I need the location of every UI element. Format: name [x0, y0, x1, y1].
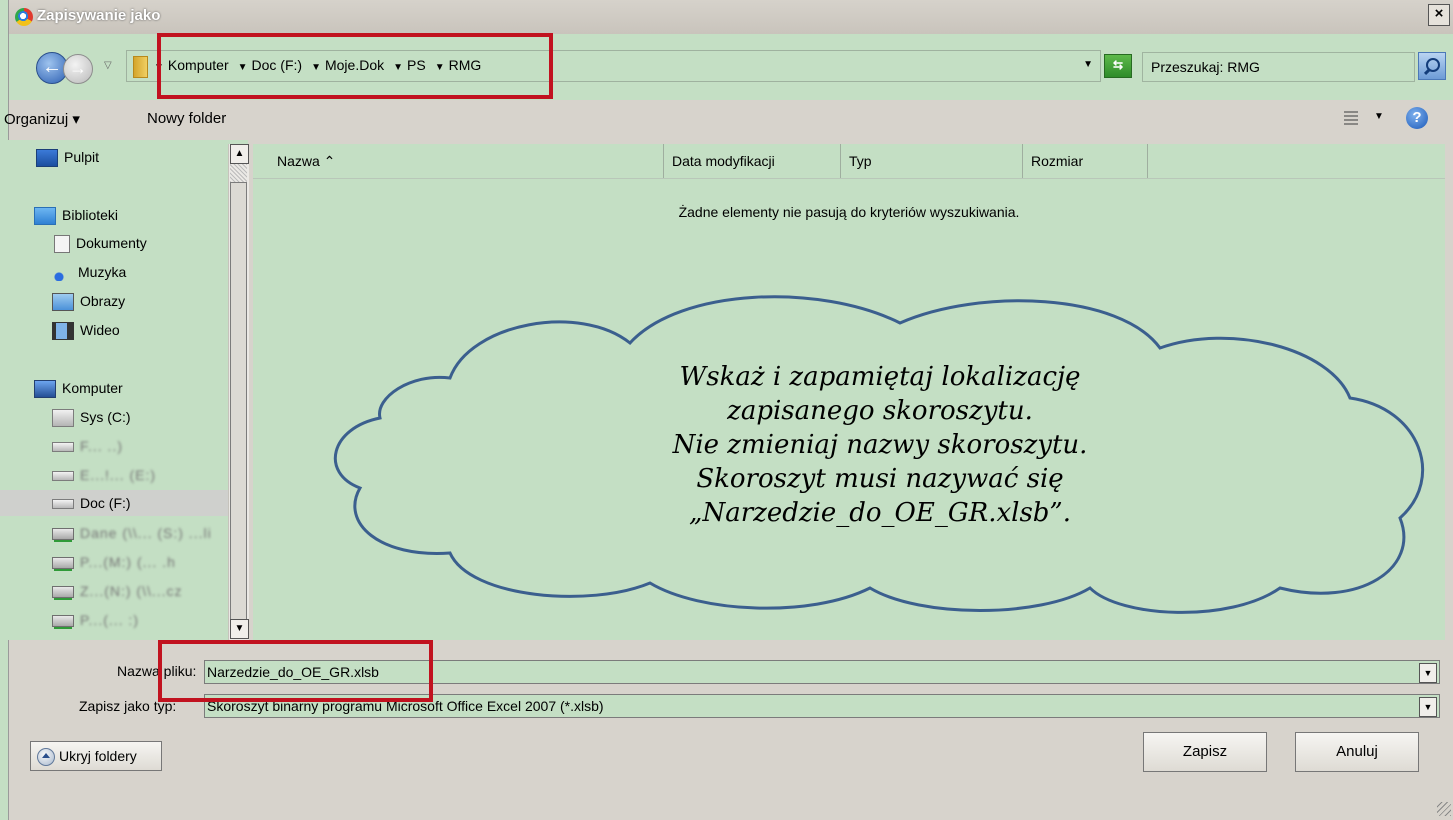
- callout-line: „Narzedzie_do_OE_GR.xlsb”.: [688, 498, 1071, 528]
- address-history-dropdown-icon[interactable]: ▼: [1083, 59, 1093, 70]
- scroll-up-icon[interactable]: ▲: [230, 144, 249, 164]
- document-icon: [54, 235, 70, 254]
- music-icon: [52, 265, 72, 282]
- desktop-icon: [36, 149, 58, 168]
- cancel-button[interactable]: Anuluj: [1295, 732, 1419, 772]
- forward-button[interactable]: →: [63, 54, 93, 84]
- callout-line: Wskaż i zapamiętaj lokalizację: [679, 362, 1081, 392]
- sidebar-item-pictures[interactable]: Obrazy: [52, 288, 125, 314]
- scroll-track[interactable]: [230, 164, 247, 182]
- hide-folders-button[interactable]: Ukryj foldery: [30, 741, 162, 771]
- sidebar-item-documents[interactable]: Dokumenty: [54, 230, 147, 256]
- view-dropdown-icon[interactable]: ▼: [1374, 111, 1384, 122]
- folder-icon: [133, 56, 148, 78]
- filename-dropdown-icon[interactable]: ▼: [1419, 663, 1437, 683]
- close-button[interactable]: ×: [1428, 4, 1450, 26]
- refresh-button[interactable]: ⇆: [1104, 54, 1132, 78]
- callout-text: Wskaż i zapamiętaj lokalizację zapisaneg…: [575, 360, 1185, 530]
- empty-list-message: Żadne elementy nie pasują do kryteriów w…: [678, 204, 1020, 220]
- title-bar[interactable]: Zapisywanie jako ×: [9, 0, 1453, 34]
- navigation-pane: Pulpit Biblioteki Dokumenty Muzyka Obraz…: [0, 140, 248, 640]
- libraries-icon: [34, 207, 56, 226]
- callout-line: Skoroszyt musi nazywać się: [696, 464, 1064, 494]
- network-drive-icon: [52, 528, 74, 541]
- sidebar-item-videos[interactable]: Wideo: [52, 317, 120, 343]
- network-drive-icon: [52, 586, 74, 599]
- sidebar-item-drive-f[interactable]: Doc (F:): [0, 490, 228, 516]
- sidebar-item-network-drive[interactable]: P...(... :): [52, 607, 139, 633]
- view-options-icon[interactable]: [1344, 111, 1358, 125]
- sidebar-item-network-drive[interactable]: P...(M:) (... .h: [52, 549, 176, 575]
- sidebar-item-drive-e[interactable]: E...!... (E:): [52, 462, 156, 488]
- network-drive-icon: [52, 557, 74, 570]
- help-icon[interactable]: ?: [1406, 107, 1428, 129]
- sidebar-item-desktop[interactable]: Pulpit: [36, 144, 99, 170]
- sidebar-item-network-drive[interactable]: Z...(N:) (\\...cz: [52, 578, 183, 604]
- save-button[interactable]: Zapisz: [1143, 732, 1267, 772]
- filetype-dropdown-icon[interactable]: ▼: [1419, 697, 1437, 717]
- column-header-row: Nazwa ⌃ Data modyfikacji Typ Rozmiar: [253, 144, 1445, 179]
- callout-line: Nie zmieniaj nazwy skoroszytu.: [672, 430, 1088, 460]
- column-size[interactable]: Rozmiar: [1023, 144, 1148, 178]
- resize-grip-icon[interactable]: [1437, 802, 1451, 816]
- scroll-thumb[interactable]: [230, 182, 247, 622]
- sidebar-item-libraries[interactable]: Biblioteki: [34, 202, 118, 228]
- sidebar-item-drive-c[interactable]: Sys (C:): [52, 404, 131, 430]
- drive-icon: [52, 499, 74, 510]
- video-icon: [52, 322, 74, 341]
- address-highlight-box: [157, 33, 553, 99]
- filename-highlight-box: [158, 640, 433, 702]
- computer-icon: [34, 380, 56, 399]
- sidebar-item-computer[interactable]: Komputer: [34, 375, 123, 401]
- callout-line: zapisanego skoroszytu.: [727, 396, 1033, 426]
- chrome-icon: [15, 8, 33, 26]
- new-folder-button[interactable]: Nowy folder: [147, 110, 226, 127]
- recent-pages-chevron-icon[interactable]: ▽: [104, 60, 112, 71]
- search-input[interactable]: [1151, 58, 1406, 76]
- collapse-up-icon: [37, 748, 55, 766]
- network-drive-icon: [52, 615, 74, 628]
- column-date-modified[interactable]: Data modyfikacji: [664, 144, 841, 178]
- column-type[interactable]: Typ: [841, 144, 1023, 178]
- search-icon[interactable]: [1418, 52, 1446, 80]
- search-box[interactable]: [1142, 52, 1415, 82]
- window-title: Zapisywanie jako: [37, 7, 161, 24]
- pictures-icon: [52, 293, 74, 312]
- organize-menu-button[interactable]: Organizuj ▾: [4, 110, 80, 128]
- scroll-down-icon[interactable]: ▼: [230, 619, 249, 639]
- sidebar-item-network-drive[interactable]: Dane (\\... (S:) ...li: [52, 520, 212, 546]
- nav-scrollbar[interactable]: ▲ ▼: [228, 144, 249, 640]
- system-drive-icon: [52, 409, 74, 428]
- drive-icon: [52, 471, 74, 482]
- sidebar-item-music[interactable]: Muzyka: [52, 259, 126, 285]
- column-name[interactable]: Nazwa ⌃: [253, 144, 664, 178]
- drive-icon: [52, 442, 74, 453]
- sidebar-item-drive[interactable]: F... ..): [52, 433, 123, 459]
